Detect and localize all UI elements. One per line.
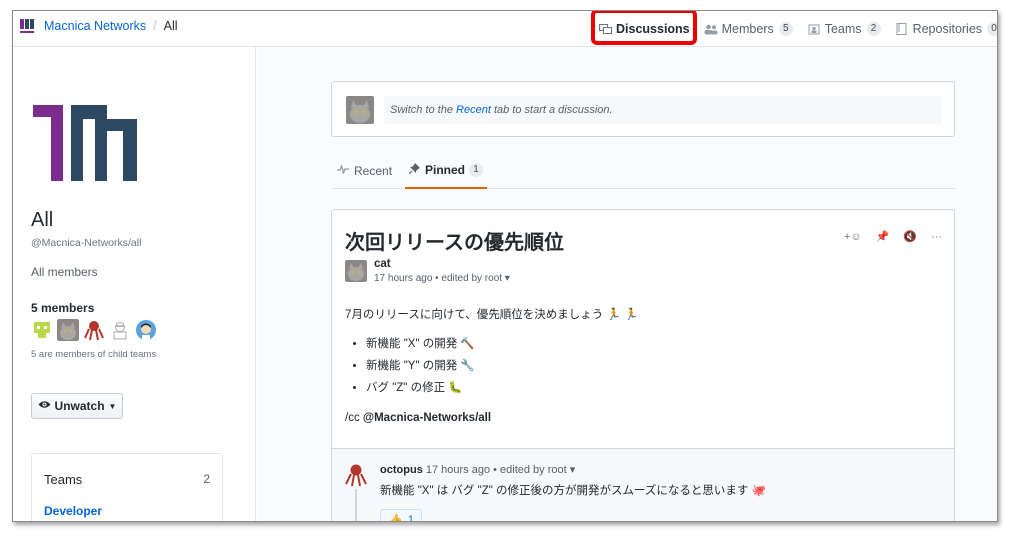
members-count-badge: 5 <box>778 22 793 36</box>
app-window: Macnica Networks / All Discussions Membe… <box>12 10 998 522</box>
pin-icon[interactable]: 📌 <box>876 230 890 243</box>
unwatch-button[interactable]: Unwatch ▼ <box>31 393 123 419</box>
team-mention-link[interactable]: @Macnica-Networks/all <box>363 412 491 424</box>
team-handle: @Macnica-Networks/all <box>31 237 142 249</box>
members-count: 5 members <box>31 301 95 315</box>
breadcrumb-separator: / <box>153 19 157 33</box>
discussion-subtabs: Recent Pinned 1 <box>331 153 955 189</box>
repo-icon <box>895 23 909 35</box>
tab-pinned-label: Pinned <box>424 163 465 177</box>
tab-recent[interactable]: Recent <box>337 153 392 189</box>
top-bar: Macnica Networks / All Discussions Membe… <box>13 11 997 47</box>
teams-icon <box>807 23 821 35</box>
avatar[interactable] <box>344 463 368 487</box>
list-item: バグ "Z" の修正 🐛 <box>366 380 475 402</box>
post-list: 新機能 "X" の開発 🔨 新機能 "Y" の開発 🔧 バグ "Z" の修正 🐛 <box>366 336 475 402</box>
add-reaction-icon[interactable]: +☺ <box>844 231 862 243</box>
pin-icon <box>408 163 420 177</box>
unwatch-label: Unwatch <box>54 399 105 413</box>
avatar[interactable] <box>83 319 105 341</box>
breadcrumb-org-link[interactable]: Macnica Networks <box>44 19 146 33</box>
eye-icon <box>38 400 51 412</box>
post-intro: 7月のリリースに向けて、優先順位を決めましょう 🏃 🏃 <box>345 309 639 321</box>
tab-members-label: Members <box>721 22 774 36</box>
tab-teams-label: Teams <box>824 22 862 36</box>
avatar[interactable] <box>57 319 79 341</box>
list-item: 新機能 "X" の開発 🔨 <box>366 336 475 358</box>
team-sidebar: All @Macnica-Networks/all All members 5 … <box>13 47 256 521</box>
post-cc: /cc @Macnica-Networks/all <box>345 412 491 424</box>
child-teams-count: 2 <box>203 472 210 486</box>
tab-recent-label: Recent <box>354 164 393 178</box>
discussion-post: 次回リリースの優先順位 +☺ 📌 🔇 ··· cat 17 hours ago … <box>331 209 955 449</box>
reaction-count: 1 <box>407 514 415 522</box>
pinned-count-badge: 1 <box>469 163 483 177</box>
post-actions: +☺ 📌 🔇 ··· <box>830 230 942 244</box>
discussion-composer: Switch to the Recent tab to start a disc… <box>331 81 955 137</box>
breadcrumb-team: All <box>163 19 178 33</box>
post-author[interactable]: cat <box>374 258 391 270</box>
post-meta[interactable]: 17 hours ago • edited by root ▾ <box>374 273 510 284</box>
avatar[interactable] <box>109 319 131 341</box>
composer-hint-suffix: tab to start a discussion. <box>490 104 613 116</box>
teams-count-badge: 2 <box>866 22 881 36</box>
team-name: All <box>31 209 54 231</box>
chevron-down-icon: ▼ <box>108 401 117 411</box>
tab-pinned[interactable]: Pinned 1 <box>405 153 487 189</box>
mute-icon[interactable]: 🔇 <box>903 230 917 243</box>
thumbs-up-reaction-button[interactable]: 👍 1 <box>380 509 422 522</box>
composer-hint: Switch to the Recent tab to start a disc… <box>384 96 942 124</box>
cc-prefix: /cc <box>345 412 363 424</box>
team-description: All members <box>31 265 98 279</box>
list-item: 新機能 "Y" の開発 🔧 <box>366 358 475 380</box>
tab-repositories[interactable]: Repositories 0 <box>895 17 997 41</box>
reply-author[interactable]: octopus <box>380 464 423 476</box>
recent-tab-link[interactable]: Recent <box>456 104 491 116</box>
child-team-link-developer[interactable]: Developer <box>44 504 102 518</box>
reply-header: octopus 17 hours ago • edited by root ▾ <box>380 463 575 476</box>
child-teams-title: Teams <box>44 472 83 487</box>
breadcrumb: Macnica Networks / All <box>19 17 178 35</box>
thread-line <box>355 489 357 521</box>
discussion-reply: octopus 17 hours ago • edited by root ▾ … <box>331 449 955 522</box>
members-note: 5 are members of child teams <box>31 349 157 360</box>
avatar[interactable] <box>135 319 157 341</box>
avatar[interactable] <box>31 319 53 341</box>
thumbs-up-icon: 👍 <box>387 513 403 522</box>
more-options-icon[interactable]: ··· <box>931 231 942 243</box>
avatar <box>346 96 374 124</box>
member-avatars <box>31 319 161 341</box>
composer-hint-prefix: Switch to the <box>390 104 457 116</box>
pulse-icon <box>337 163 349 177</box>
reply-meta[interactable]: 17 hours ago • edited by root ▾ <box>423 464 575 476</box>
post-title[interactable]: 次回リリースの優先順位 <box>345 226 564 255</box>
team-logo <box>33 105 137 181</box>
tab-repositories-label: Repositories <box>912 22 983 36</box>
discussion-area: Switch to the Recent tab to start a disc… <box>257 47 997 522</box>
repositories-count-badge: 0 <box>987 22 997 36</box>
tab-teams[interactable]: Teams 2 <box>807 17 881 41</box>
tab-members[interactable]: Members 5 <box>704 17 793 41</box>
org-logo-icon <box>20 19 34 33</box>
avatar[interactable] <box>345 260 367 282</box>
discussions-highlight-box <box>591 11 697 45</box>
reply-body: 新機能 "X" は バグ "Z" の修正後の方が開発がスムーズになると思います … <box>380 485 766 497</box>
people-icon <box>704 23 718 35</box>
child-teams-box: Teams 2 Developer <box>31 453 223 521</box>
